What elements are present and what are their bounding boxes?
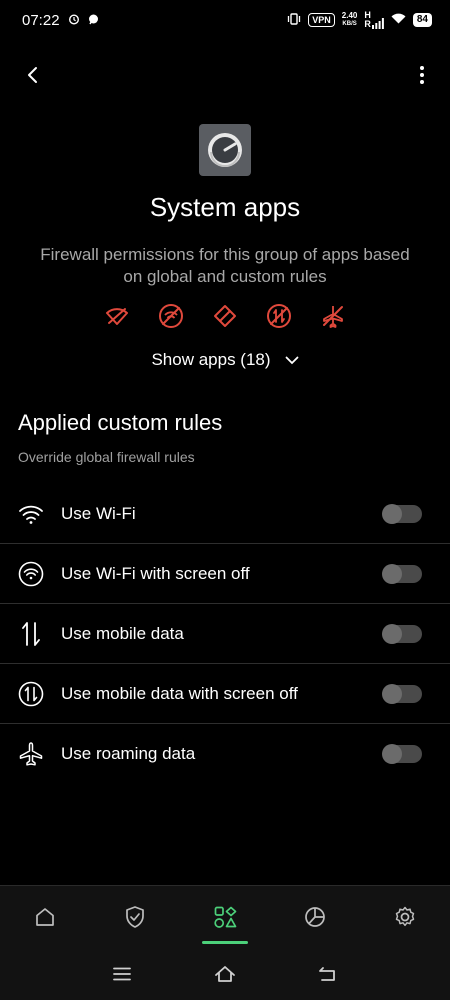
alarm-icon [68,12,80,29]
rule-row-wifi[interactable]: Use Wi-Fi [0,484,450,544]
mobile-data-screen-off-blocked-icon [265,302,293,330]
wifi-icon [18,501,44,527]
rule-row-mobile-data-screen-off[interactable]: Use mobile data with screen off [0,664,450,724]
network-speed: 2.40 KB/S [341,11,358,28]
mobile-data-screen-off-icon [18,681,44,707]
roaming-blocked-icon [319,302,347,330]
wifi-screen-off-toggle[interactable] [382,563,422,584]
more-options-button[interactable] [410,60,434,90]
chat-notification-icon [88,12,99,29]
apps-icon [214,906,237,928]
nav-apps[interactable] [200,892,250,944]
airplane-icon [18,741,44,767]
shield-check-icon [126,905,144,928]
page-subtitle: Firewall permissions for this group of a… [40,245,410,286]
back-system-button[interactable] [308,954,348,994]
rule-row-wifi-screen-off[interactable]: Use Wi-Fi with screen off [0,544,450,604]
recent-apps-button[interactable] [102,954,142,994]
status-bar: 07:22 VPN 2.40 KB/S H R 84 [0,0,450,40]
section-subtitle: Override global firewall rules [18,449,195,465]
vibrate-icon [287,12,301,28]
more-vertical-icon [420,66,424,84]
rule-label: Use Wi-Fi [61,503,136,523]
signal-icon [371,18,384,29]
rules-list: Use Wi-Fi Use Wi-Fi with screen off Use … [0,484,450,784]
system-apps-icon [199,124,251,176]
rule-label: Use mobile data with screen off [61,683,298,703]
blocked-permissions [0,302,450,330]
wifi-toggle[interactable] [382,503,422,524]
page-title: System apps [149,192,301,222]
home-outline-icon [215,965,235,982]
home-button[interactable] [205,954,245,994]
status-time: 07:22 [22,11,60,29]
nav-settings[interactable] [380,892,430,942]
back-arrow-icon [319,966,336,981]
chevron-down-icon [285,356,298,364]
rule-label: Use mobile data [61,623,184,643]
nav-statistics[interactable] [290,892,340,942]
system-navigation [0,947,450,1000]
roaming-toggle[interactable] [382,744,422,764]
show-apps-button[interactable]: Show apps (18) [0,347,450,373]
home-icon [36,907,54,926]
nav-home[interactable] [20,892,70,942]
wifi-status-icon [391,13,406,27]
rule-row-mobile-data[interactable]: Use mobile data [0,604,450,664]
wifi-blocked-icon [103,302,131,330]
gear-icon [395,906,415,926]
wifi-screen-off-blocked-icon [157,302,185,330]
signal-1: H R [364,11,384,29]
chevron-left-icon [28,67,37,83]
pie-chart-icon [305,906,325,927]
nav-protection[interactable] [110,892,160,942]
section-title: Applied custom rules [18,410,223,435]
vpn-badge: VPN [308,13,335,27]
menu-icon [112,967,131,980]
rule-label: Use roaming data [61,744,196,763]
back-button[interactable] [18,60,48,90]
mobile-data-icon [18,621,44,647]
show-apps-label: Show apps (18) [151,350,271,369]
mobile-data-screen-off-toggle[interactable] [382,683,422,704]
rule-row-roaming[interactable]: Use roaming data [0,724,450,784]
mobile-data-toggle[interactable] [382,623,422,644]
bottom-navigation [0,885,450,947]
battery-indicator: 84 [412,13,432,27]
rule-label: Use Wi-Fi with screen off [61,563,250,583]
wifi-screen-off-icon [18,561,44,587]
mobile-data-blocked-icon [211,302,239,330]
